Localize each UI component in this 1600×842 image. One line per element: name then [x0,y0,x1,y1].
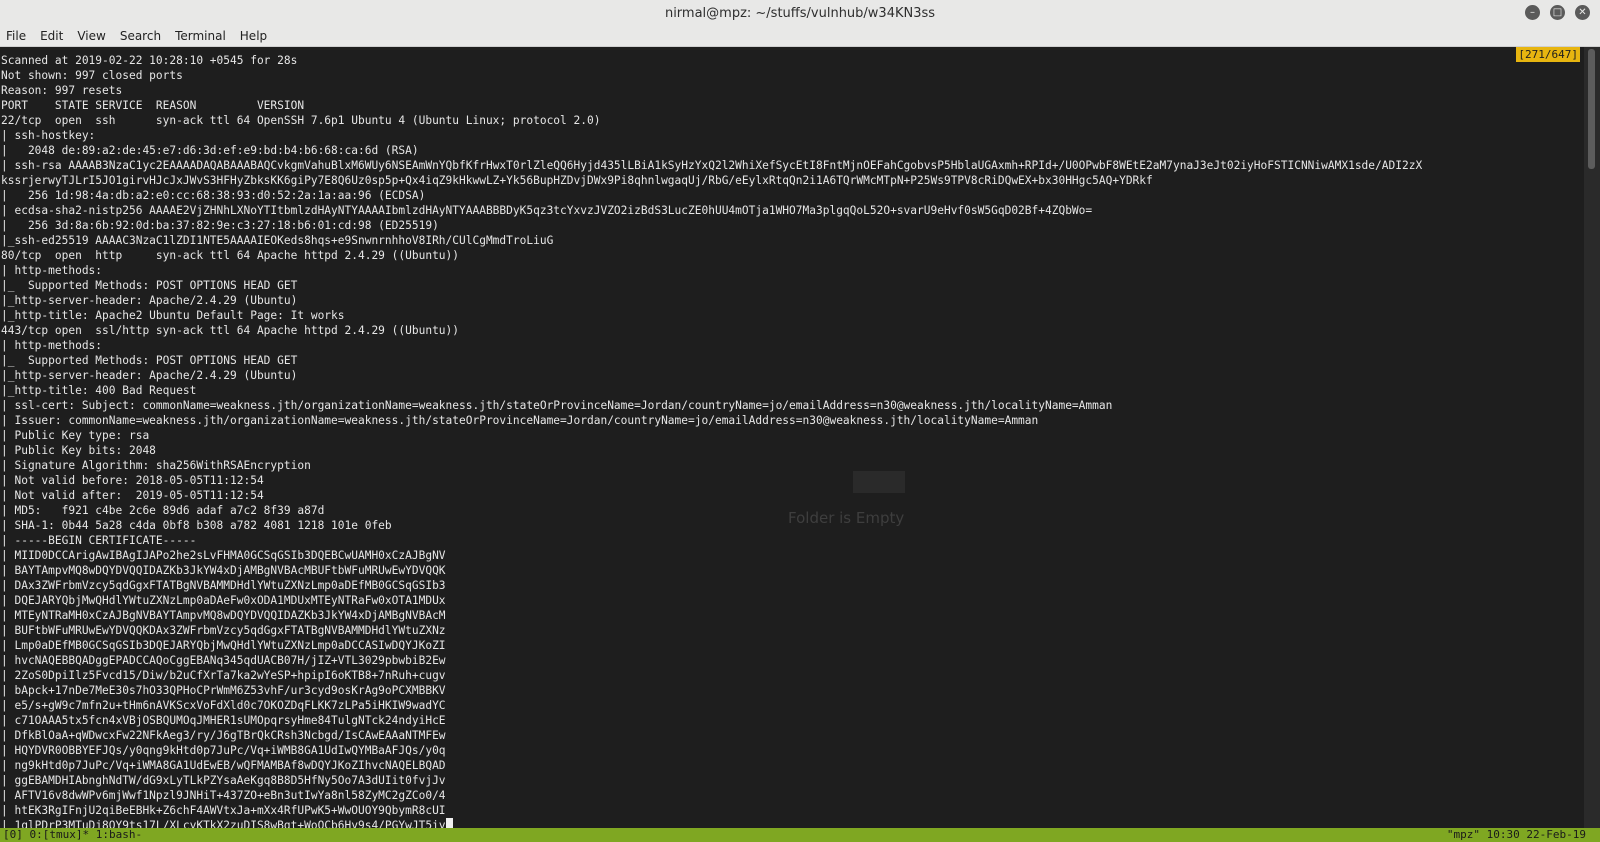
minimize-icon[interactable]: – [1525,5,1540,20]
terminal-line: | DQEJARYQbjMwQHdlYWtuZXNzLmp0aDAeFw0xOD… [1,594,446,607]
terminal-scrollbar[interactable] [1584,47,1600,828]
menu-edit[interactable]: Edit [33,29,70,43]
terminal-line: | Signature Algorithm: sha256WithRSAEncr… [1,459,311,472]
terminal-line: | ssl-cert: Subject: commonName=weakness… [1,399,1113,412]
terminal-line: |_http-title: 400 Bad Request [1,384,197,397]
terminal-line: | Issuer: commonName=weakness.jth/organi… [1,414,1039,427]
terminal-line: | Not valid before: 2018-05-05T11:12:54 [1,474,264,487]
terminal-line: | ssh-rsa AAAAB3NzaC1yc2EAAAADAQABAAABAQ… [1,159,1423,172]
terminal-cursor [445,818,453,828]
menu-bar: File Edit View Search Terminal Help [0,26,1600,47]
terminal-line: | Public Key bits: 2048 [1,444,156,457]
terminal-line: | DAx3ZWFrbmVzcy5qdGgxFTATBgNVBAMMDHdlYW… [1,579,446,592]
terminal-line: 80/tcp open http syn-ack ttl 64 Apache h… [1,249,460,262]
terminal-output: Scanned at 2019-02-22 10:28:10 +0545 for… [0,47,1584,828]
terminal-line: |_http-server-header: Apache/2.4.29 (Ubu… [1,294,298,307]
menu-file[interactable]: File [0,29,33,43]
terminal-line: |_http-title: Apache2 Ubuntu Default Pag… [1,309,345,322]
terminal-line: 443/tcp open ssl/http syn-ack ttl 64 Apa… [1,324,460,337]
menu-view[interactable]: View [70,29,112,43]
window-title: nirmal@mpz: ~/stuffs/vulnhub/w34KN3ss [664,5,936,21]
terminal-line: | AFTV16v8dwWPv6mjWwf1Npzl9JNHiT+437ZO+e… [1,789,446,802]
terminal-line: |_ssh-ed25519 AAAAC3NzaC1lZDI1NTE5AAAAIE… [1,234,554,247]
terminal-line: | ng9kHtd0p7JuPc/Vq+iWMA8GA1UdEwEB/wQFMA… [1,759,446,772]
ghost-folder-icon [853,471,905,493]
terminal-line: | htEK3RgIFnjU2qiBeEBHk+Z6chF4AWVtxJa+mX… [1,804,446,817]
terminal-line: | e5/s+gW9c7mfn2u+tHm6nAVKScxVoFdXld0c7O… [1,699,446,712]
terminal-line: | BUFtbWFuMRUwEwYDVQQKDAx3ZWFrbmVzcy5qdG… [1,624,446,637]
terminal-line: |_ Supported Methods: POST OPTIONS HEAD … [1,354,298,367]
terminal-line: | 256 3d:8a:6b:92:0d:ba:37:82:9e:c3:27:1… [1,219,439,232]
terminal-line: | -----BEGIN CERTIFICATE----- [1,534,197,547]
terminal-line: |_ Supported Methods: POST OPTIONS HEAD … [1,279,298,292]
terminal-line: 22/tcp open ssh syn-ack ttl 64 OpenSSH 7… [1,114,601,127]
terminal-line: | ggEBAMDHIAbnghNdTW/dG9xLyTLkPZYsaAeKgq… [1,774,446,787]
terminal-line: | Lmp0aDEfMB0GCSqGSIb3DQEJARYQbjMwQHdlYW… [1,639,446,652]
terminal-line: | hvcNAQEBBQADggEPADCCAQoCggEBANq345qdUA… [1,654,446,667]
terminal-line: |_http-server-header: Apache/2.4.29 (Ubu… [1,369,298,382]
terminal-line: Not shown: 997 closed ports [1,69,183,82]
tmux-status-right: "mpz" 10:30 22-Feb-19 [1446,828,1586,841]
terminal-line: | MTEyNTRaMH0xCzAJBgNVBAYTAmpvMQ8wDQYDVQ… [1,609,446,622]
ghost-empty-folder-text: Folder is Empty [788,509,905,527]
menu-search[interactable]: Search [113,29,168,43]
terminal-line: | ecdsa-sha2-nistp256 AAAAE2VjZHNhLXNoYT… [1,204,1093,217]
terminal-line: | http-methods: [1,264,103,277]
terminal-line: Reason: 997 resets [1,84,123,97]
terminal-line: | ssh-hostkey: [1,129,96,142]
terminal-line: | 2048 de:89:a2:de:45:e7:d6:3d:ef:e9:bd:… [1,144,419,157]
terminal-line: | HQYDVR0OBBYEFJQs/y0qng9kHtd0p7JuPc/Vq+… [1,744,446,757]
terminal-line: | c71OAAA5tx5fcn4xVBjOSBQUMOqJMHER1sUMOp… [1,714,446,727]
close-icon[interactable]: ✕ [1575,5,1590,20]
scroll-position-indicator: [271/647] [1516,47,1580,62]
terminal-line: | Not valid after: 2019-05-05T11:12:54 [1,489,264,502]
terminal-line: | DfkBlOaA+qWDwcxFw22NFkAeg3/ry/J6gTBrQk… [1,729,446,742]
terminal-line: | Public Key type: rsa [1,429,150,442]
terminal-area[interactable]: Folder is Empty Scanned at 2019-02-22 10… [0,47,1584,828]
terminal-line: | BAYTAmpvMQ8wDQYDVQQIDAZKb3JkYW4xDjAMBg… [1,564,446,577]
terminal-line: Scanned at 2019-02-22 10:28:10 +0545 for… [1,54,298,67]
terminal-line: | bApck+17nDe7MeE30s7hO33QPHoCPrWmM6Z53v… [1,684,446,697]
terminal-line: PORT STATE SERVICE REASON VERSION [1,99,305,112]
terminal-line: kssrjerwyTJLrI5JO1girvHJcJxJWvS3HFHyZbks… [1,174,1153,187]
terminal-line: | MIID0DCCArigAwIBAgIJAPo2he2sLvFHMA0GCS… [1,549,446,562]
scrollbar-thumb[interactable] [1588,49,1595,169]
terminal-line: | http-methods: [1,339,103,352]
window-controls: – □ ✕ [1525,5,1590,20]
tmux-window-list[interactable]: [0] 0:[tmux]* 1:bash- [3,828,142,842]
terminal-line: | 2ZoS0DpiIlz5Fvcd15/Diw/b2uCfXrTa7ka2wY… [1,669,446,682]
terminal-line: | 1qlPDrP3MTuDj8OY9ts17L/XLcyKTkX2zuDIS8… [1,818,1584,828]
maximize-icon[interactable]: □ [1550,5,1565,20]
window-titlebar[interactable]: nirmal@mpz: ~/stuffs/vulnhub/w34KN3ss – … [0,0,1600,26]
menu-help[interactable]: Help [233,29,274,43]
terminal-line: | 256 1d:98:4a:db:a2:e0:cc:68:38:93:d0:5… [1,189,426,202]
tmux-status-bar: [0] 0:[tmux]* 1:bash- "mpz" 10:30 22-Feb… [0,828,1600,842]
menu-terminal[interactable]: Terminal [168,29,233,43]
